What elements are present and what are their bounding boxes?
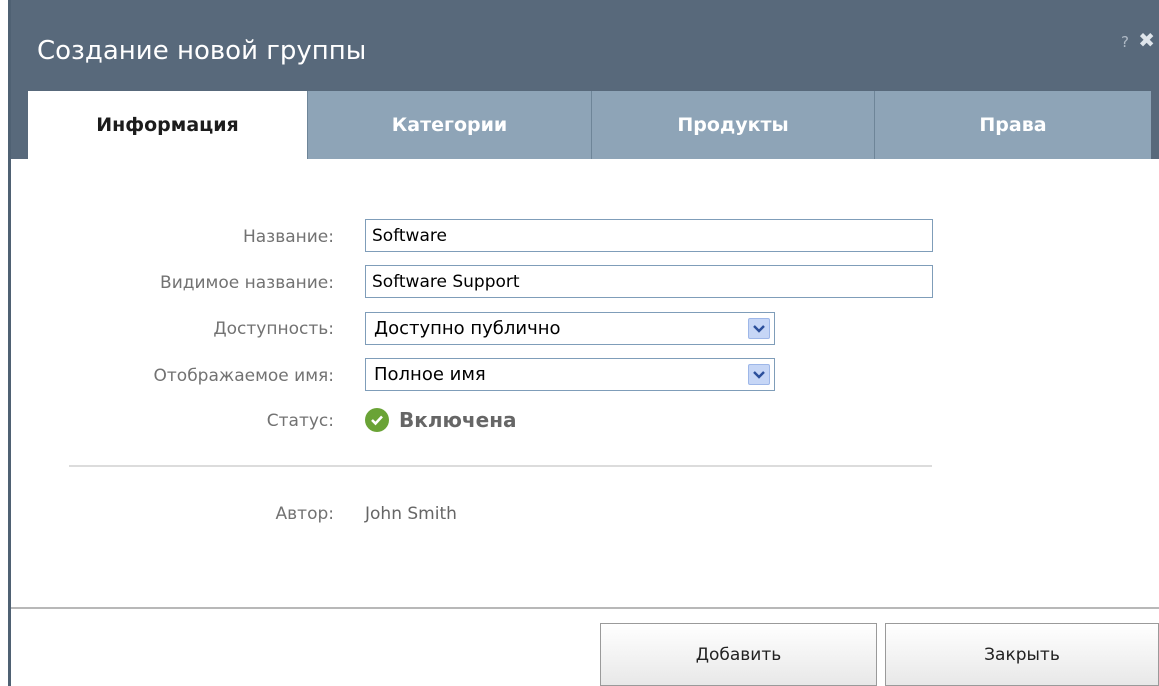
dialog-title: Создание новой группы <box>37 36 367 66</box>
check-circle-icon <box>365 408 389 432</box>
tab-rights-label: Права <box>979 114 1047 136</box>
tab-bar: Информация Категории Продукты Права <box>11 91 1159 159</box>
divider <box>69 465 932 467</box>
availability-label: Доступность: <box>213 319 334 339</box>
group-dialog: Создание новой группы ? ✖ Информация Кат… <box>8 0 1159 686</box>
help-icon[interactable]: ? <box>1121 33 1129 51</box>
display-name-label: Отображаемое имя: <box>153 366 334 386</box>
close-icon[interactable]: ✖ <box>1138 28 1155 52</box>
tab-categories-label: Категории <box>391 114 508 136</box>
display-name-value: Полное имя <box>374 364 486 385</box>
status-label: Статус: <box>266 411 334 431</box>
name-input[interactable] <box>365 219 933 252</box>
tab-rights[interactable]: Права <box>874 91 1151 159</box>
tab-products[interactable]: Продукты <box>591 91 874 159</box>
close-button[interactable]: Закрыть <box>885 623 1159 686</box>
dialog-titlebar: Создание новой группы ? ✖ <box>11 0 1159 91</box>
footer-divider <box>11 607 1159 609</box>
tab-categories[interactable]: Категории <box>307 91 591 159</box>
author-value: John Smith <box>365 504 457 524</box>
tab-products-label: Продукты <box>677 114 789 136</box>
status-value: Включена <box>399 408 517 432</box>
chevron-down-icon[interactable] <box>748 318 770 339</box>
add-button[interactable]: Добавить <box>600 623 877 686</box>
tab-info-label: Информация <box>96 114 239 136</box>
availability-select[interactable]: Доступно публично <box>365 312 775 345</box>
availability-value: Доступно публично <box>374 318 561 339</box>
status-indicator: Включена <box>365 405 517 435</box>
author-label: Автор: <box>275 504 334 524</box>
visible-name-input[interactable] <box>365 265 933 298</box>
display-name-select[interactable]: Полное имя <box>365 358 775 391</box>
chevron-down-icon[interactable] <box>748 364 770 385</box>
visible-name-label: Видимое название: <box>160 273 334 293</box>
tab-info[interactable]: Информация <box>28 91 307 159</box>
name-label: Название: <box>242 227 334 247</box>
